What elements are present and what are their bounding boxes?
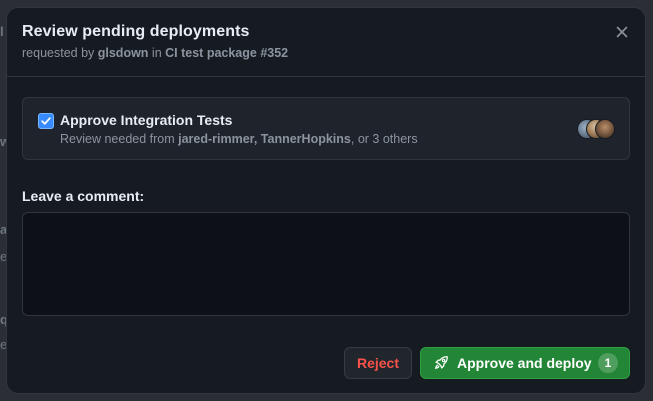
dialog-header: Review pending deployments requested by …: [7, 8, 645, 77]
dialog-subtitle: requested by glsdown in CI test package …: [22, 46, 288, 60]
background-text: l: [0, 24, 4, 39]
comment-label: Leave a comment:: [22, 188, 145, 204]
dialog-title: Review pending deployments: [22, 23, 250, 40]
check-icon: [41, 117, 51, 125]
reviewers-prefix: Review needed from: [60, 132, 179, 146]
requester-name[interactable]: glsdown: [98, 46, 149, 60]
close-button[interactable]: [612, 22, 632, 42]
avatar: [595, 119, 615, 139]
review-deployments-dialog: Review pending deployments requested by …: [6, 7, 646, 394]
environment-card: Approve Integration Tests Review needed …: [22, 97, 630, 160]
subtitle-mid: in: [148, 46, 166, 60]
workflow-run-link[interactable]: CI test package #352: [165, 46, 288, 60]
reject-button[interactable]: Reject: [344, 347, 412, 379]
environment-name: Approve Integration Tests: [60, 112, 233, 128]
comment-textarea[interactable]: [22, 212, 630, 316]
subtitle-prefix: requested by: [22, 46, 98, 60]
environment-reviewers: Review needed from jared-rimmer, TannerH…: [60, 132, 418, 146]
reviewers-suffix: , or 3 others: [350, 132, 418, 146]
rocket-icon: [435, 356, 448, 369]
reviewers-names[interactable]: jared-rimmer, TannerHopkins: [178, 132, 351, 146]
approve-count-badge: 1: [598, 353, 618, 373]
approve-button-label: Approve and deploy: [457, 355, 592, 371]
environment-checkbox[interactable]: [38, 113, 54, 129]
approve-and-deploy-button[interactable]: Approve and deploy 1: [420, 347, 630, 379]
close-icon: [616, 26, 628, 38]
reviewer-avatar-stack[interactable]: [577, 119, 617, 139]
